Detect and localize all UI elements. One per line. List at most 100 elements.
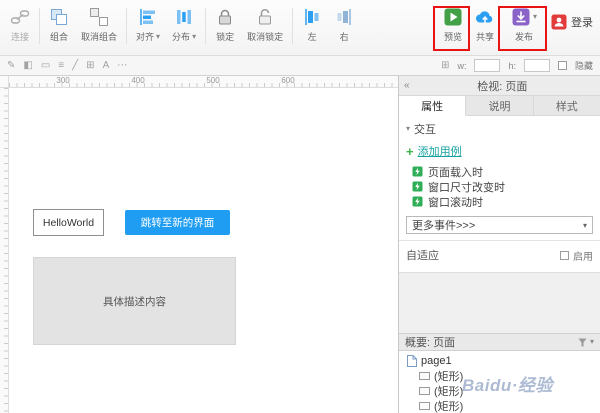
inspector-panel: « 检视: 页面 属性 说明 样式 ▾ 交互 + 添加用例 页面载入时 — [398, 76, 600, 413]
size-icon: ⊞ — [441, 61, 449, 71]
tree-item-label: page1 — [421, 355, 452, 367]
outline-tree: page1 (矩形) (矩形) (矩形) — [399, 351, 600, 413]
align-button[interactable]: 对齐 ▾ — [130, 7, 166, 43]
caret-down-icon: ▾ — [192, 33, 196, 41]
vertical-ruler — [0, 88, 9, 413]
publish-button[interactable]: ▾ 发布 — [505, 7, 543, 43]
preview-label: 预览 — [444, 30, 462, 43]
fill-color-icon[interactable]: ◧ — [23, 61, 32, 71]
horizontal-ruler: 300 400 500 600 — [9, 76, 398, 88]
event-label: 窗口尺寸改变时 — [428, 179, 505, 195]
tab-style[interactable]: 样式 — [534, 96, 600, 115]
line-style-icon[interactable]: ╱ — [72, 61, 78, 71]
plus-icon: + — [406, 145, 414, 158]
toolbar-divider — [205, 8, 206, 44]
group-button[interactable]: 组合 — [43, 7, 75, 43]
group-label: 组合 — [50, 30, 68, 43]
inspector-header: « 检视: 页面 — [399, 76, 600, 96]
width-label: w: — [457, 61, 466, 71]
more-events-dropdown[interactable]: 更多事件>>> ▾ — [406, 216, 593, 234]
caret-down-icon: ▾ — [533, 13, 537, 21]
distribute-button[interactable]: 分布 ▾ — [166, 7, 202, 43]
event-onwindowscroll[interactable]: 窗口滚动时 — [399, 194, 600, 209]
unlock-label: 取消锁定 — [247, 30, 283, 43]
ruler-number: 400 — [131, 76, 144, 85]
tree-item-label: (矩形) — [434, 398, 463, 413]
event-case-icon — [412, 196, 423, 207]
align-left-label: 左 — [308, 30, 317, 43]
event-onwindowresize[interactable]: 窗口尺寸改变时 — [399, 179, 600, 194]
width-input[interactable] — [474, 59, 500, 72]
pen-icon[interactable]: ✎ — [7, 61, 15, 71]
text-style-icon[interactable]: A — [103, 61, 110, 71]
adaptive-label: 自适应 — [406, 247, 439, 263]
hello-world-widget[interactable]: HelloWorld — [33, 209, 104, 236]
caret-down-icon[interactable]: ▾ — [590, 338, 594, 346]
unlock-icon — [255, 7, 275, 27]
align-icon — [138, 7, 158, 27]
height-label: h: — [508, 61, 516, 71]
enable-adaptive-checkbox[interactable] — [560, 251, 569, 260]
outline-title: 概要: 页面 — [405, 334, 455, 350]
lock-icon — [215, 7, 235, 27]
jump-button-widget[interactable]: 跳转至新的界面 — [125, 210, 230, 235]
unlock-button[interactable]: 取消锁定 — [241, 7, 289, 43]
align-right-label: 右 — [340, 30, 349, 43]
line-weight-icon[interactable]: ≡ — [58, 61, 64, 71]
caret-down-icon: ▾ — [406, 125, 410, 133]
distribute-icon — [174, 7, 194, 27]
interaction-section-header[interactable]: ▾ 交互 — [399, 116, 600, 140]
preview-button[interactable]: 预览 — [437, 7, 469, 43]
lock-button[interactable]: 锁定 — [209, 7, 241, 43]
interaction-section-label: 交互 — [414, 121, 436, 137]
connect-icon — [10, 7, 30, 27]
event-label: 页面载入时 — [428, 164, 483, 180]
tree-item-rect[interactable]: (矩形) — [399, 368, 600, 383]
caret-down-icon: ▾ — [583, 221, 587, 230]
login-button[interactable]: 登录 — [551, 14, 593, 30]
event-onpageload[interactable]: 页面载入时 — [399, 164, 600, 179]
connect-label: 连接 — [11, 30, 29, 43]
group-icon — [49, 7, 69, 27]
rectangle-icon — [419, 372, 430, 380]
page-icon — [407, 355, 417, 367]
distribute-label: 分布 — [172, 30, 190, 43]
event-case-icon — [412, 181, 423, 192]
tree-item-rect[interactable]: (矩形) — [399, 383, 600, 398]
tree-item-page1[interactable]: page1 — [399, 353, 600, 368]
tab-properties[interactable]: 属性 — [399, 96, 466, 116]
inspector-empty-area — [399, 272, 600, 333]
inspector-title: 检视: 页面 — [410, 78, 595, 94]
add-case-label: 添加用例 — [418, 143, 462, 159]
grid-icon[interactable]: ⊞ — [86, 61, 94, 71]
filter-icon[interactable] — [578, 338, 587, 347]
height-input[interactable] — [524, 59, 550, 72]
align-left-button[interactable]: 左 — [296, 7, 328, 43]
description-rect-widget[interactable]: 具体描述内容 — [33, 257, 236, 345]
inspector-tabs: 属性 说明 样式 — [399, 96, 600, 116]
toolbar-divider — [39, 8, 40, 44]
ungroup-label: 取消组合 — [81, 30, 117, 43]
add-case-link[interactable]: + 添加用例 — [399, 140, 600, 164]
rectangle-icon — [419, 402, 430, 410]
design-canvas[interactable]: HelloWorld 跳转至新的界面 具体描述内容 — [9, 88, 398, 413]
ruler-number: 600 — [281, 76, 294, 85]
border-style-icon[interactable]: ▭ — [41, 61, 50, 71]
ungroup-icon — [89, 7, 109, 27]
more-options-icon[interactable]: ⋯ — [117, 61, 127, 71]
connect-button[interactable]: 连接 — [4, 7, 36, 43]
tree-item-label: (矩形) — [434, 383, 463, 399]
share-button[interactable]: 共享 — [469, 7, 501, 43]
login-icon — [551, 14, 567, 30]
ungroup-button[interactable]: 取消组合 — [75, 7, 123, 43]
rectangle-icon — [419, 387, 430, 395]
share-cloud-icon — [475, 7, 495, 27]
lock-label: 锁定 — [216, 30, 234, 43]
tree-item-rect[interactable]: (矩形) — [399, 398, 600, 413]
adaptive-row: 自适应 启用 — [399, 241, 600, 270]
align-left-icon — [302, 7, 322, 27]
hide-checkbox[interactable] — [558, 61, 567, 70]
align-right-button[interactable]: 右 — [328, 7, 360, 43]
ruler-number: 500 — [206, 76, 219, 85]
tab-notes[interactable]: 说明 — [466, 96, 533, 115]
